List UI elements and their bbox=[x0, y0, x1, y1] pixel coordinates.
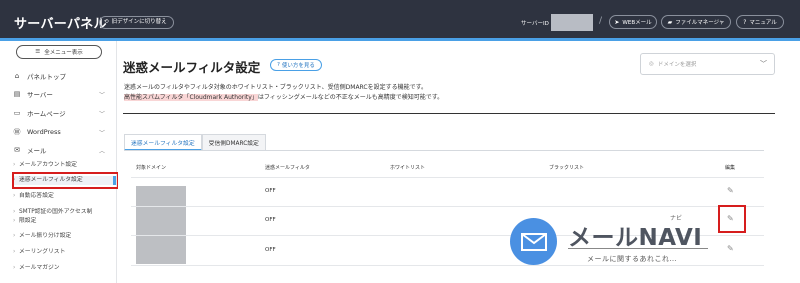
wordpress-icon: Ⓦ bbox=[13, 128, 21, 136]
server-id-value bbox=[551, 14, 593, 31]
sidebar-subitem-mail-account[interactable]: メールアカウント設定 bbox=[13, 161, 114, 170]
chevron-up-icon: ︿ bbox=[98, 147, 105, 155]
edit-pencil-icon[interactable]: ✎ bbox=[727, 214, 734, 223]
column-header-domain: 対象ドメイン bbox=[136, 165, 167, 171]
table-row-divider bbox=[131, 265, 764, 266]
show-all-menu-button[interactable]: ☰ 全メニュー表示 bbox=[16, 45, 102, 59]
help-label: 使い方を見る bbox=[281, 63, 315, 69]
tab-bar: 迷惑メールフィルタ設定 受信側DMARC設定 bbox=[124, 134, 266, 151]
server-icon: ▤ bbox=[13, 90, 21, 98]
description-line-1: 迷惑メールのフィルタやフィルタ対象のホワイトリスト・ブラックリスト、受信側DMA… bbox=[124, 84, 428, 91]
column-header-whitelist: ホワイトリスト bbox=[390, 165, 426, 171]
question-circle-icon: ? bbox=[277, 62, 280, 68]
chevron-down-icon: ﹀ bbox=[98, 129, 105, 137]
sidebar-subitem-mailing-list[interactable]: メーリングリスト bbox=[13, 248, 114, 257]
sidebar-item-label: ホームページ bbox=[27, 110, 66, 118]
table-row-filter-status: OFF bbox=[265, 217, 276, 223]
question-circle-icon: ? bbox=[743, 18, 747, 26]
brand-title[interactable]: サーバーパネル bbox=[14, 13, 107, 32]
envelope-icon bbox=[520, 232, 547, 251]
column-header-filter: 迷惑メールフィルタ bbox=[265, 165, 310, 171]
main-content: 迷惑メールフィルタ設定 ? 使い方を見る ◎ ドメインを選択 ﹀ 迷惑メールのフ… bbox=[118, 41, 800, 283]
sidebar-item-panel-top[interactable]: ⌂ パネルトップ bbox=[13, 71, 109, 81]
table-row-filter-status: OFF bbox=[265, 247, 276, 253]
top-bar: サーバーパネル ⟲ 旧デザインに切り替え サーバーID / ➤ WEBメール ▰… bbox=[0, 0, 800, 41]
design-toggle-label: 旧デザインに切り替え bbox=[111, 19, 167, 25]
description-highlight: 高性能スパムフィルタ「Cloudmark Authority」 bbox=[124, 94, 258, 101]
mail-navi-underline bbox=[568, 248, 708, 249]
sidebar-subitem-smtp-restriction-cont: 限設定 bbox=[13, 217, 114, 226]
sidebar-item-label: メール bbox=[27, 147, 47, 155]
section-divider bbox=[123, 113, 775, 114]
mail-navi-title: メールNAVI bbox=[568, 225, 703, 251]
column-header-edit: 編集 bbox=[725, 165, 736, 171]
sidebar-subitem-smtp-restriction[interactable]: SMTP認証の国外アクセス制 bbox=[13, 208, 114, 217]
sidebar-item-label: サーバー bbox=[27, 91, 53, 99]
sidebar-item-wordpress[interactable]: Ⓦ WordPress ﹀ bbox=[13, 127, 109, 137]
webmail-label: WEBメール bbox=[622, 20, 652, 26]
domain-select[interactable]: ◎ ドメインを選択 ﹀ bbox=[640, 53, 775, 75]
description-line-2: 高性能スパムフィルタ「Cloudmark Authority」はフィッシングメー… bbox=[124, 92, 443, 101]
edit-pencil-icon[interactable]: ✎ bbox=[727, 186, 734, 195]
table-row-divider bbox=[131, 206, 764, 207]
webmail-button[interactable]: ➤ WEBメール bbox=[609, 15, 657, 29]
table-header-divider bbox=[131, 177, 764, 178]
globe-icon: ◎ bbox=[649, 61, 654, 67]
file-manager-button[interactable]: ▰ ファイルマネージャ bbox=[661, 15, 731, 29]
header-separator: / bbox=[599, 16, 603, 26]
design-toggle-button[interactable]: ⟲ 旧デザインに切り替え bbox=[99, 16, 174, 29]
folder-icon: ▰ bbox=[667, 18, 673, 26]
sidebar: ☰ 全メニュー表示 ⌂ パネルトップ ▤ サーバー ﹀ ▭ ホームページ ﹀ Ⓦ… bbox=[0, 41, 117, 283]
manual-label: マニュアル bbox=[749, 20, 777, 26]
sidebar-subitem-mail-sort[interactable]: メール振り分け設定 bbox=[13, 232, 114, 241]
sidebar-subitem-mail-magazine[interactable]: メールマガジン bbox=[13, 264, 114, 273]
sidebar-item-mail[interactable]: ✉ メール ︿ bbox=[13, 145, 109, 155]
tab-spam-filter[interactable]: 迷惑メールフィルタ設定 bbox=[124, 134, 202, 151]
refresh-icon: ⟲ bbox=[104, 19, 109, 25]
file-manager-label: ファイルマネージャ bbox=[675, 20, 725, 26]
sidebar-item-label: WordPress bbox=[27, 128, 61, 136]
page-title: 迷惑メールフィルタ設定 bbox=[123, 60, 261, 75]
chevron-down-icon: ﹀ bbox=[760, 60, 767, 68]
sidebar-item-label: パネルトップ bbox=[27, 73, 66, 81]
mail-icon: ✉ bbox=[14, 146, 20, 154]
manual-button[interactable]: ? マニュアル bbox=[736, 15, 784, 29]
paper-plane-icon: ➤ bbox=[614, 18, 620, 26]
home-icon: ⌂ bbox=[14, 72, 20, 80]
chevron-down-icon: ﹀ bbox=[98, 91, 105, 99]
description-rest: はフィッシングメールなどの不正なメールも高精度で検知可能です。 bbox=[257, 94, 444, 101]
sidebar-item-server[interactable]: ▤ サーバー ﹀ bbox=[13, 89, 109, 99]
column-header-blacklist: ブラックリスト bbox=[549, 165, 585, 171]
chevron-down-icon: ﹀ bbox=[98, 110, 105, 118]
tab-underline bbox=[124, 150, 764, 151]
server-id-label: サーバーID bbox=[521, 21, 549, 27]
sidebar-subitem-auto-reply[interactable]: 自動応答設定 bbox=[13, 192, 114, 201]
sidebar-subitem-spam-filter[interactable]: 迷惑メールフィルタ設定 bbox=[13, 176, 116, 185]
edit-pencil-icon[interactable]: ✎ bbox=[727, 244, 734, 253]
sidebar-item-homepage[interactable]: ▭ ホームページ ﹀ bbox=[13, 108, 109, 118]
domain-redacted-block bbox=[136, 186, 186, 264]
domain-select-placeholder: ドメインを選択 bbox=[657, 62, 697, 68]
mail-navi-logo-icon bbox=[510, 218, 557, 265]
tab-dmarc[interactable]: 受信側DMARC設定 bbox=[201, 134, 266, 151]
table-row-filter-status: OFF bbox=[265, 188, 276, 194]
help-button[interactable]: ? 使い方を見る bbox=[270, 59, 322, 71]
menu-icon: ☰ bbox=[35, 49, 41, 55]
mail-navi-tagline: メールに関するあれこれ… bbox=[587, 255, 677, 263]
show-all-menu-label: 全メニュー表示 bbox=[44, 50, 83, 56]
window-icon: ▭ bbox=[13, 109, 21, 117]
